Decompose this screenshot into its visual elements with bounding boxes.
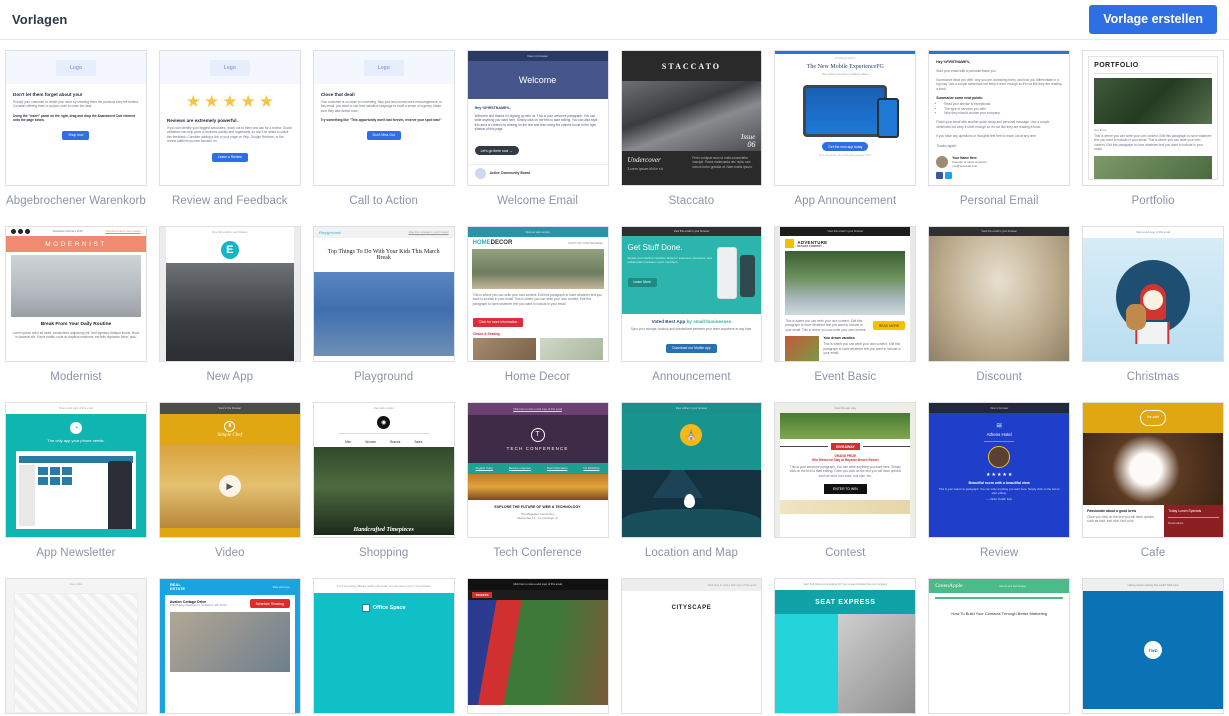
template-name-label: Tech Conference bbox=[493, 547, 582, 559]
template-thumbnail[interactable]: Click here to view a web copy of this em… bbox=[466, 578, 609, 714]
template-name-label: Home Decor bbox=[504, 371, 571, 383]
template-card[interactable]: View this email in your browser E New App bbox=[158, 226, 301, 402]
template-card[interactable]: View a web copy of this email ◔ The only a… bbox=[5, 402, 147, 578]
template-thumbnail[interactable]: Logo Close that deal! Your customer is so … bbox=[312, 50, 455, 186]
template-thumbnail[interactable]: GreenApple View in your web browser How To… bbox=[928, 578, 1071, 714]
template-card[interactable]: Logo Don't let them forget about you! Prom… bbox=[5, 50, 147, 226]
template-card[interactable]: Having issues viewing this email? Click … bbox=[1082, 578, 1224, 716]
template-thumbnail[interactable]: Can't find what you're looking for? Let … bbox=[774, 578, 917, 714]
template-card[interactable]: REAL ESTATE View web copy Avalon Cottage Dr… bbox=[158, 578, 301, 716]
template-thumbnail[interactable]: View this email in your browser E bbox=[158, 226, 301, 362]
template-card[interactable]: View this email in your browser Get Stuff… bbox=[620, 226, 763, 402]
template-thumbnail[interactable]: STACCATO Issue 06 Undercover Lorem ipsum dol… bbox=[620, 50, 763, 186]
template-thumbnail[interactable]: %PREHEADER% The New Mobile ExperienceFG Se… bbox=[774, 50, 917, 186]
template-thumbnail[interactable]: View this email in your browser bbox=[928, 226, 1071, 362]
template-name-label: Modernist bbox=[50, 371, 102, 383]
template-thumbnail[interactable]: View a web copy of this email bbox=[1082, 226, 1224, 362]
template-card[interactable]: Logo ★ ★ ★ ★ ★ Reviews are extremely powerful.… bbox=[158, 50, 301, 226]
template-card[interactable]: If you are having difficulty reading thi… bbox=[312, 578, 455, 716]
template-thumbnail[interactable]: View this email in your browser ADVENTURE… bbox=[774, 226, 917, 362]
template-name-label: Event Basic bbox=[814, 371, 877, 383]
template-card[interactable]: Hey %FIRSTNAME%, Start your email with a … bbox=[928, 50, 1071, 226]
template-card[interactable]: Logo Close that deal! Your customer is so … bbox=[312, 50, 455, 226]
template-thumbnail[interactable]: Having issues viewing this email? Click … bbox=[1082, 578, 1224, 714]
template-card[interactable]: View in browser Welcome Hey %FIRSTNAME%, We… bbox=[466, 50, 609, 226]
template-name-label: Announcement bbox=[652, 371, 731, 383]
create-template-button[interactable]: Vorlage erstellen bbox=[1089, 5, 1217, 34]
template-thumbnail[interactable]: View our web version HOMEDECOR LIFESTYLE L… bbox=[466, 226, 609, 362]
template-name-label: Playground bbox=[354, 371, 414, 383]
template-card[interactable]: View in the browser ♜ Simple Chef ▶ Video bbox=[158, 402, 301, 578]
template-name-label: Cafe bbox=[1140, 547, 1166, 559]
template-thumbnail[interactable]: View online in your browser ⛪ bbox=[620, 402, 763, 538]
template-name-label: Personal Email bbox=[959, 195, 1039, 207]
templates-grid: Logo Don't let them forget about you! Prom… bbox=[5, 50, 1224, 716]
template-thumbnail[interactable]: View in the browser ♜ Simple Chef ▶ bbox=[158, 402, 301, 538]
template-card[interactable]: View online bbox=[5, 578, 147, 716]
template-thumbnail[interactable]: the café Passionate about a good brew Once… bbox=[1082, 402, 1224, 538]
template-name-label: Christmas bbox=[1126, 371, 1180, 383]
template-card[interactable]: PORTFOLIO Hey there, This is where you can… bbox=[1082, 50, 1224, 226]
template-thumbnail[interactable]: PORTFOLIO Hey there, This is where you can… bbox=[1082, 50, 1224, 186]
templates-scroll-area[interactable]: Logo Don't let them forget about you! Prom… bbox=[0, 40, 1229, 716]
template-name-label: Welcome Email bbox=[497, 195, 579, 207]
template-name-label: Abgebrochener Warenkorb bbox=[5, 195, 146, 207]
template-thumbnail[interactable]: REAL ESTATE View web copy Avalon Cottage Dr… bbox=[158, 578, 301, 714]
template-name-label: Review bbox=[980, 547, 1019, 559]
template-thumbnail[interactable]: Logo ★ ★ ★ ★ ★ Reviews are extremely powerful.… bbox=[158, 50, 301, 186]
template-card[interactable]: GreenApple View in your web browser How To… bbox=[928, 578, 1071, 716]
template-card[interactable]: View in browser ≋ Athens Hotel ★ ★ ★ ★ ★ Beautif… bbox=[928, 402, 1071, 578]
template-name-label: Video bbox=[214, 547, 245, 559]
template-card[interactable]: View this web copy GIVEAWAY GRAND PRIZE Win… bbox=[774, 402, 917, 578]
template-thumbnail[interactable]: Click here to view a web copy of this em… bbox=[620, 578, 763, 714]
template-name-label: App Newsletter bbox=[36, 547, 116, 559]
template-thumbnail[interactable]: View web version ◉ Men Women Brands Sales Hand… bbox=[312, 402, 455, 538]
template-thumbnail[interactable]: Hey %FIRSTNAME%, Start your email with a … bbox=[928, 50, 1071, 186]
template-thumbnail[interactable]: View this web copy GIVEAWAY GRAND PRIZE Win… bbox=[774, 402, 917, 538]
template-card[interactable]: Click here to view a web copy of this em… bbox=[466, 402, 609, 578]
template-thumbnail[interactable]: Playground View this message in your brow… bbox=[312, 226, 455, 362]
template-thumbnail[interactable]: View this email in your browser Get Stuff… bbox=[620, 226, 763, 362]
template-card[interactable]: %PREHEADER% The New Mobile ExperienceFG Se… bbox=[774, 50, 917, 226]
page-title: Vorlagen bbox=[12, 12, 68, 27]
template-name-label: Contest bbox=[825, 547, 866, 559]
template-card[interactable]: View our web version HOMEDECOR LIFESTYLE L… bbox=[466, 226, 609, 402]
template-thumbnail[interactable]: If you are having difficulty reading thi… bbox=[312, 578, 455, 714]
template-card[interactable]: Playground View this message in your brow… bbox=[312, 226, 455, 402]
template-card[interactable]: the café Passionate about a good brew Once… bbox=[1082, 402, 1224, 578]
template-name-label: Location and Map bbox=[644, 547, 738, 559]
template-thumbnail[interactable]: Logo Don't let them forget about you! Prom… bbox=[5, 50, 147, 186]
template-card[interactable]: Can't find what you're looking for? Let … bbox=[774, 578, 917, 716]
template-name-label: Review and Feedback bbox=[171, 195, 288, 207]
template-name-label: Staccato bbox=[668, 195, 715, 207]
template-card[interactable]: View web version ◉ Men Women Brands Sales Hand… bbox=[312, 402, 455, 578]
top-header-bar: Vorlagen Vorlage erstellen bbox=[0, 0, 1229, 40]
template-card[interactable]: Click here to view a web copy of this em… bbox=[466, 578, 609, 716]
template-thumbnail[interactable]: View in browser ≋ Athens Hotel ★ ★ ★ ★ ★ Beautif… bbox=[928, 402, 1071, 538]
template-thumbnail[interactable]: Newsletter February 2018 View this email … bbox=[5, 226, 147, 362]
template-thumbnail[interactable]: View online bbox=[5, 578, 147, 714]
template-name-label: Shopping bbox=[358, 547, 409, 559]
template-name-label: New App bbox=[206, 371, 254, 383]
template-name-label: App Announcement bbox=[794, 195, 897, 207]
template-card[interactable]: View this email in your browser Discount bbox=[928, 226, 1071, 402]
template-name-label: Discount bbox=[976, 371, 1022, 383]
template-thumbnail[interactable]: Click here to view a web copy of this em… bbox=[466, 402, 609, 538]
template-thumbnail[interactable]: View in browser Welcome Hey %FIRSTNAME%, We… bbox=[466, 50, 609, 186]
template-thumbnail[interactable]: View a web copy of this email ◔ The only a… bbox=[5, 402, 147, 538]
template-card[interactable]: STACCATO Issue 06 Undercover Lorem ipsum dol… bbox=[620, 50, 763, 226]
template-card[interactable]: View online in your browser ⛪ Location and… bbox=[620, 402, 763, 578]
template-card[interactable]: View a web copy of this email Christmas bbox=[1082, 226, 1224, 402]
template-card[interactable]: View this email in your browser ADVENTURE… bbox=[774, 226, 917, 402]
template-name-label: Portfolio bbox=[1131, 195, 1175, 207]
template-name-label: Call to Action bbox=[349, 195, 418, 207]
template-card[interactable]: Click here to view a web copy of this em… bbox=[620, 578, 763, 716]
template-card[interactable]: Newsletter February 2018 View this email … bbox=[5, 226, 147, 402]
